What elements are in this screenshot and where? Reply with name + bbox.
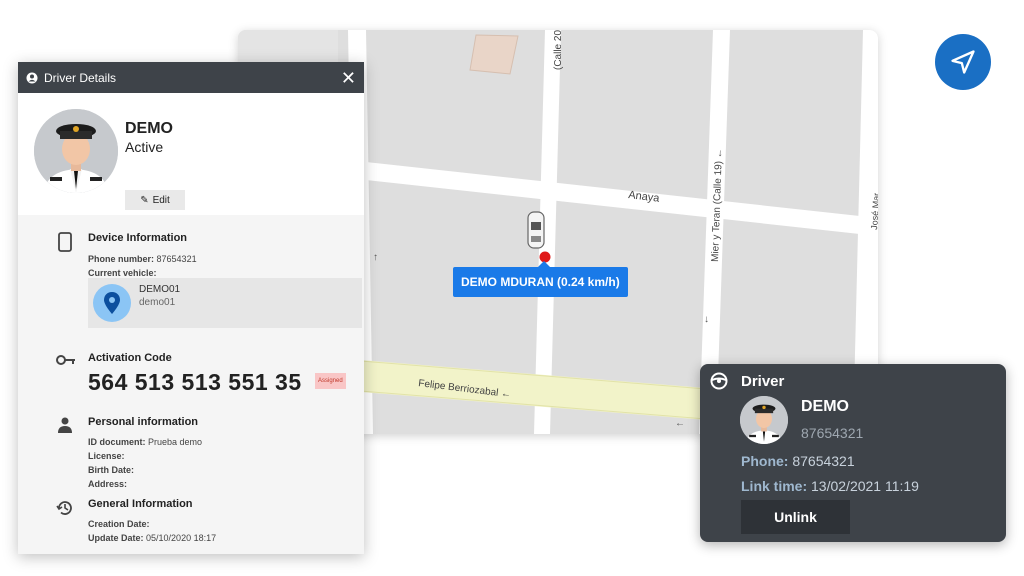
activation-section: Activation Code — [88, 352, 172, 364]
general-info-section: General Information Creation Date: Updat… — [88, 498, 216, 543]
update-date-value: 05/10/2020 18:17 — [146, 533, 217, 543]
pencil-icon: ✎ — [140, 194, 149, 206]
driver-details-panel: Driver Details ✕ DEMO Active ✎ Edit Devi… — [18, 62, 364, 554]
avatar — [740, 396, 788, 444]
unlink-button[interactable]: Unlink — [741, 500, 850, 534]
svg-text:←: ← — [675, 418, 685, 429]
card-link-value: 13/02/2021 11:19 — [811, 478, 919, 494]
card-link-label: Link time: — [741, 478, 808, 494]
person-icon — [58, 417, 72, 433]
device-info-section: Device Information Phone number: 8765432… — [88, 232, 197, 278]
card-phone-row: Phone: 87654321 — [741, 453, 855, 469]
phone-icon — [58, 232, 72, 252]
driver-profile: DEMO Active ✎ Edit — [18, 93, 364, 215]
street-label-calle-20: (Calle 20 — [553, 30, 564, 70]
svg-text:↑: ↑ — [373, 252, 378, 263]
creation-date-label: Creation Date: — [88, 519, 150, 529]
close-icon[interactable]: ✕ — [341, 69, 356, 87]
edit-label: Edit — [152, 194, 170, 206]
vehicle-name: DEMO01 — [139, 284, 181, 295]
driver-card: Driver DEMO 87654321 Phone: 87654321 Lin… — [700, 364, 1006, 542]
id-document-value: Prueba demo — [148, 437, 203, 447]
vehicle-plate: demo01 — [139, 297, 176, 308]
status-badge: Assigned — [315, 373, 346, 389]
card-phone-label: Phone: — [741, 453, 789, 469]
avatar — [34, 109, 118, 193]
location-pin-icon — [93, 284, 131, 322]
panel-title: Driver Details — [44, 70, 117, 85]
update-date-label: Update Date: — [88, 533, 144, 543]
general-info-title: General Information — [88, 498, 193, 510]
activation-title: Activation Code — [88, 352, 172, 364]
navigation-arrow-icon — [951, 50, 975, 74]
panel-header: Driver Details ✕ — [18, 62, 364, 93]
key-icon — [56, 355, 75, 365]
device-info-title: Device Information — [88, 232, 188, 244]
current-vehicle-item[interactable]: DEMO01 demo01 — [88, 278, 362, 328]
card-driver-number: 87654321 — [801, 425, 864, 441]
driver-status: Active — [125, 139, 164, 155]
card-phone-value: 87654321 — [792, 453, 855, 469]
vehicle-popup-label[interactable]: DEMO MDURAN (0.24 km/h) — [453, 261, 628, 297]
activation-code: 564 513 513 551 35 — [88, 369, 302, 395]
phone-number-value: 87654321 — [156, 254, 197, 264]
history-icon — [56, 501, 72, 515]
license-label: License: — [88, 451, 125, 461]
current-vehicle-label: Current vehicle: — [88, 268, 157, 278]
phone-number-label: Phone number: — [88, 254, 155, 264]
user-circle-icon — [26, 72, 38, 83]
street-label-jose: José Mar — [869, 193, 878, 231]
card-link-row: Link time: 13/02/2021 11:19 — [741, 478, 919, 494]
personal-info-title: Personal information — [88, 416, 199, 428]
card-driver-name: DEMO — [801, 398, 849, 415]
svg-text:↓: ↓ — [704, 314, 709, 325]
steering-wheel-icon — [710, 372, 728, 390]
birth-date-label: Birth Date: — [88, 465, 135, 475]
card-title: Driver — [741, 373, 785, 390]
edit-button[interactable]: ✎ Edit — [125, 190, 185, 210]
driver-name: DEMO — [125, 120, 173, 137]
personal-info-section: Personal information ID document: Prueba… — [88, 416, 202, 489]
address-label: Address: — [88, 479, 128, 489]
id-document-label: ID document: — [88, 437, 146, 447]
navigation-button[interactable] — [935, 34, 991, 90]
